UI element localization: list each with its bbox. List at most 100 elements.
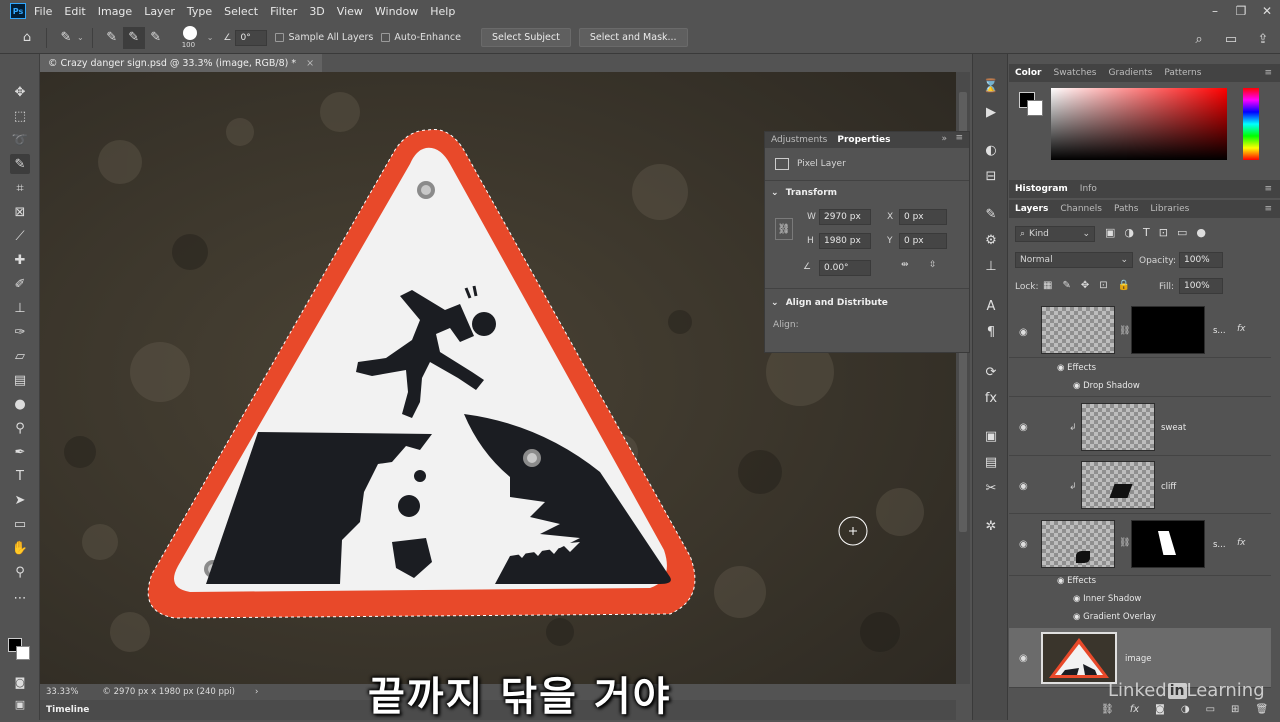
blur-tool-icon[interactable]: ● (10, 394, 30, 414)
eraser-tool-icon[interactable]: ▱ (10, 346, 30, 366)
angle-field[interactable]: 0.00° (819, 260, 871, 276)
chevron-down-icon[interactable]: ⌄ (771, 188, 779, 198)
clone-source-icon[interactable]: ⊥ (981, 256, 1001, 276)
more-tools-icon[interactable]: ⋯ (10, 588, 30, 608)
layer-row[interactable]: ◉ ⛓ s... fx (1009, 298, 1271, 358)
menu-file[interactable]: File (34, 5, 52, 18)
filter-adjustment-icon[interactable]: ◑ (1124, 226, 1134, 239)
healing-brush-icon[interactable]: ✚ (10, 250, 30, 270)
visibility-eye-icon[interactable]: ◉ (1057, 363, 1064, 373)
effects-row[interactable]: ◉ Effects (1057, 363, 1096, 373)
layer-row[interactable]: ◉ ↲ sweat (1009, 396, 1271, 456)
visibility-eye-icon[interactable]: ◉ (1019, 423, 1031, 433)
delete-layer-icon[interactable]: 🗑 (1255, 704, 1268, 715)
menu-view[interactable]: View (337, 5, 363, 18)
path-selection-icon[interactable]: ➤ (10, 490, 30, 510)
visibility-eye-icon[interactable]: ◉ (1073, 612, 1080, 622)
tab-adjustments[interactable]: Adjustments (771, 135, 827, 145)
search-icon[interactable]: ⌕ (1188, 28, 1210, 50)
lock-artboard-icon[interactable]: ⊡ (1099, 280, 1107, 291)
clone-stamp-icon[interactable]: ⊥ (10, 298, 30, 318)
notes-icon[interactable]: ▤ (981, 452, 1001, 472)
y-field[interactable]: 0 px (899, 233, 947, 249)
chevron-down-icon[interactable]: ⌄ (207, 33, 214, 42)
menu-layer[interactable]: Layer (144, 5, 175, 18)
visibility-eye-icon[interactable]: ◉ (1057, 576, 1064, 586)
background-swatch[interactable] (1027, 100, 1043, 116)
lock-pixels-icon[interactable]: ✎ (1062, 280, 1070, 291)
brush-tool-icon[interactable]: ✐ (10, 274, 30, 294)
adjustment-layer-icon[interactable]: ◑ (1181, 704, 1190, 715)
menu-edit[interactable]: Edit (64, 5, 85, 18)
quick-selection-preset-icon[interactable]: ✎ (55, 27, 77, 49)
panel-menu-icon[interactable]: ≡ (1264, 68, 1272, 78)
visibility-eye-icon[interactable]: ◉ (1019, 540, 1031, 550)
tab-layers[interactable]: Layers (1015, 204, 1048, 214)
filter-smart-object-icon[interactable]: ▭ (1177, 226, 1187, 239)
restore-icon[interactable]: ❐ (1228, 0, 1254, 22)
blend-mode-select[interactable]: Normal ⌄ (1015, 252, 1133, 268)
layer-row[interactable]: ◉ ⛓ s... fx (1009, 514, 1271, 576)
menu-window[interactable]: Window (375, 5, 418, 18)
rectangle-tool-icon[interactable]: ▭ (10, 514, 30, 534)
menu-filter[interactable]: Filter (270, 5, 297, 18)
marquee-tool-icon[interactable]: ⬚ (10, 106, 30, 126)
fill-field[interactable]: 100% (1179, 278, 1223, 294)
filter-pixel-icon[interactable]: ▣ (1105, 226, 1115, 239)
actions-icon[interactable]: ▶ (981, 102, 1001, 122)
minimize-icon[interactable]: – (1202, 0, 1228, 22)
tab-color[interactable]: Color (1015, 68, 1042, 78)
panel-menu-icon[interactable]: ≡ (955, 133, 963, 143)
brushes-icon[interactable]: ✎ (981, 204, 1001, 224)
sample-all-layers-checkbox[interactable]: Sample All Layers (275, 32, 373, 43)
new-selection-icon[interactable]: ✎ (101, 27, 123, 49)
close-tab-icon[interactable]: × (306, 58, 314, 69)
add-mask-icon[interactable]: ◙ (1155, 704, 1165, 715)
hue-slider[interactable] (1243, 88, 1259, 160)
dodge-tool-icon[interactable]: ⚲ (10, 418, 30, 438)
background-color-swatch[interactable] (16, 646, 30, 660)
visibility-eye-icon[interactable]: ◉ (1073, 594, 1080, 604)
move-tool-icon[interactable]: ✥ (10, 82, 30, 102)
properties-icon[interactable]: ⊟ (981, 166, 1001, 186)
visibility-eye-icon[interactable]: ◉ (1019, 328, 1031, 338)
crop-tool-icon[interactable]: ⌗ (10, 178, 30, 198)
tab-paths[interactable]: Paths (1114, 204, 1138, 214)
new-layer-icon[interactable]: ⊞ (1231, 704, 1239, 715)
effect-drop-shadow[interactable]: ◉ Drop Shadow (1073, 381, 1140, 391)
visibility-eye-icon[interactable]: ◉ (1019, 654, 1031, 664)
screen-mode-icon[interactable]: ▣ (10, 694, 30, 714)
tab-swatches[interactable]: Swatches (1054, 68, 1097, 78)
menu-help[interactable]: Help (430, 5, 455, 18)
quick-selection-tool-icon[interactable]: ✎ (10, 154, 30, 174)
menu-select[interactable]: Select (224, 5, 258, 18)
tab-libraries[interactable]: Libraries (1150, 204, 1189, 214)
width-field[interactable]: 2970 px (819, 209, 871, 225)
fx-icon[interactable]: fx (1237, 324, 1246, 334)
color-picker-field[interactable] (1051, 88, 1227, 160)
menu-3d[interactable]: 3D (309, 5, 324, 18)
chevron-down-icon[interactable]: ⌄ (771, 298, 779, 308)
layer-mask-thumbnail[interactable] (1131, 306, 1205, 354)
opacity-field[interactable]: 100% (1179, 252, 1223, 268)
layer-row[interactable]: ◉ ↲ cliff (1009, 456, 1271, 514)
panel-menu-icon[interactable]: ≡ (1264, 184, 1272, 194)
add-style-icon[interactable]: fx (1130, 704, 1139, 715)
styles-icon[interactable]: fx (981, 388, 1001, 408)
link-layers-icon[interactable]: ⛓ (1101, 704, 1114, 715)
select-subject-button[interactable]: Select Subject (480, 28, 571, 47)
x-field[interactable]: 0 px (899, 209, 947, 225)
home-icon[interactable]: ⌂ (16, 27, 38, 49)
filter-type-icon[interactable]: T (1143, 226, 1150, 239)
visibility-eye-icon[interactable]: ◉ (1073, 381, 1080, 391)
layer-mask-thumbnail[interactable] (1131, 520, 1205, 568)
eyedropper-tool-icon[interactable]: ⟋ (10, 226, 30, 246)
3d-icon[interactable]: ⟳ (981, 362, 1001, 382)
type-tool-icon[interactable]: T (10, 466, 30, 486)
chevron-down-icon[interactable]: ⌄ (77, 33, 84, 42)
tab-properties[interactable]: Properties (837, 135, 890, 145)
visibility-eye-icon[interactable]: ◉ (1019, 482, 1031, 492)
tab-info[interactable]: Info (1080, 184, 1097, 194)
share-icon[interactable]: ⇪ (1252, 28, 1274, 50)
workspace-icon[interactable]: ▭ (1220, 28, 1242, 50)
